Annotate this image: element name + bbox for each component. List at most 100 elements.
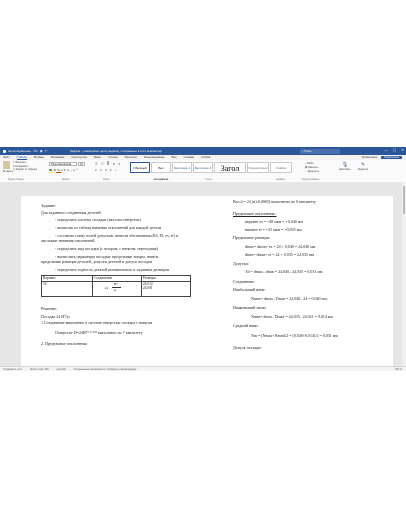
style-subtitle[interactable]: Подзаголовок xyxy=(247,162,269,173)
style-heading-1[interactable]: Заголовок 1 xyxy=(172,162,192,173)
editor-button[interactable]: ✎ Редактор xyxy=(356,162,370,171)
style-title[interactable]: Загол xyxy=(214,162,246,173)
vertical-scrollbar[interactable] xyxy=(402,182,406,366)
step-2: 2. Предельные отклонения: xyxy=(41,341,88,346)
task-item: - определить годность деталей номинально… xyxy=(55,267,170,272)
align-right-icon[interactable]: ≡ xyxy=(105,168,108,172)
table-cell-connection: H7 24 js xyxy=(91,281,142,297)
replace-label: Заменить xyxy=(307,165,319,169)
limit-sizes-heading: Предельные размеры: xyxy=(233,235,271,240)
deviations-heading: Предельные отклонения : xyxy=(233,211,277,216)
close-button[interactable]: ✕ xyxy=(401,148,404,152)
task-item: - выписать из таблиц значения отклонений… xyxy=(55,225,162,230)
sort-icon[interactable]: ⇅ xyxy=(113,162,117,166)
scrollbar-thumb[interactable] xyxy=(402,186,406,214)
step-1: 1.Соединение выполнено в системе отверст… xyxy=(41,320,153,325)
word-window: Автосохранение ▣ ↶ Задача – размерные це… xyxy=(0,147,406,371)
save-icon[interactable]: ▣ xyxy=(40,149,43,153)
bullets-icon[interactable]: ☰ xyxy=(95,162,99,166)
font-color-icon[interactable] xyxy=(56,172,61,174)
tab-acrobat[interactable]: Acrobat xyxy=(201,156,210,159)
zoom-level[interactable]: 100 % xyxy=(395,368,402,371)
tab-design[interactable]: Конструктор xyxy=(71,156,86,159)
format-painter-button[interactable]: ✎ Формат по образцу xyxy=(13,168,37,171)
paste-icon[interactable] xyxy=(3,161,10,169)
language[interactable]: русский xyxy=(57,368,66,371)
word-count[interactable]: Число слов: 230 xyxy=(30,368,49,371)
tab-home[interactable]: Главная xyxy=(16,156,27,160)
maximize-button[interactable]: ▢ xyxy=(393,148,396,152)
autosave-toggle[interactable] xyxy=(32,149,38,153)
style-normal[interactable]: Обычный xyxy=(130,162,150,173)
ribbon: Вставить ✂ Вырезать ⧉ Копировать ✎ Форма… xyxy=(0,160,406,183)
connection-prefix: 24 xyxy=(104,286,109,290)
select-button[interactable]: ⬚ Выделить xyxy=(305,170,319,173)
max-interference-heading: Наибольший натяг: xyxy=(233,287,267,292)
superscript-icon[interactable]: x² xyxy=(73,168,79,172)
tab-layout[interactable]: Макет xyxy=(94,156,102,159)
title-bar: Автосохранение ▣ ↶ Задача – размерные це… xyxy=(0,147,406,155)
replace-button[interactable]: ⇄ Заменить xyxy=(305,166,318,169)
font-group-label: Шрифт xyxy=(62,179,70,181)
style-title-sample: Загол xyxy=(220,164,240,173)
multilevel-icon[interactable]: ≣ xyxy=(107,162,111,166)
search-box[interactable]: ⌕ Поиск xyxy=(300,148,340,154)
format-label: Формат по образцу xyxy=(15,168,38,171)
font-name-select[interactable]: Times New Roman xyxy=(49,162,77,166)
style-subtle-emphasis[interactable]: Слабое выдел. xyxy=(270,162,292,181)
document-canvas: Задание: Для заданного соединения детале… xyxy=(0,182,406,368)
minimize-button[interactable]: — xyxy=(385,148,388,152)
solution-label: Решение: xyxy=(41,306,57,311)
align-buttons[interactable]: ≡ ≡ ≡ ≡ ↕ xyxy=(95,168,118,172)
connection-bottom: js xyxy=(113,288,116,292)
align-center-icon[interactable]: ≡ xyxy=(100,168,103,172)
fit-label: Посадка 24 H7/js xyxy=(41,314,70,319)
tab-review[interactable]: Рецензирование xyxy=(144,156,165,159)
table-row: 16 H7 24 js 24,012 24,001 xyxy=(41,281,192,297)
undo-icon[interactable]: ↶ xyxy=(45,149,48,153)
tab-help[interactable]: Справка xyxy=(184,156,195,159)
tab-references[interactable]: Ссылки xyxy=(108,156,117,159)
task-item: предельные размеры деталей, допуски дета… xyxy=(41,259,153,264)
page-count[interactable]: Страница 1 из 2 xyxy=(3,368,22,371)
paragraph-group-label: Абзац xyxy=(103,179,110,181)
find-button[interactable]: ⌕ Найти xyxy=(305,162,314,165)
accessibility-status[interactable]: Специальные возможности: проверьте реком… xyxy=(74,368,137,371)
highlight-color-icon[interactable] xyxy=(49,172,54,174)
tab-draw[interactable]: Рисование xyxy=(51,156,65,159)
comments-button[interactable]: Примечания xyxy=(362,156,378,159)
share-button[interactable]: Поделиться xyxy=(381,155,402,159)
justify-icon[interactable]: ≡ xyxy=(110,168,113,172)
task-item: числовые значения отклонений xyxy=(41,238,95,243)
pilcrow-icon[interactable]: ¶ xyxy=(118,162,121,166)
tab-insert[interactable]: Вставка xyxy=(34,156,44,159)
nm-formula: Nm = (Nmax+Nmin)/2 = (0,040+0,014)/2 = 0… xyxy=(251,333,338,338)
tab-mailings[interactable]: Рассылки xyxy=(125,156,137,159)
connections-heading: Соединение: xyxy=(233,279,255,284)
autosave-label[interactable]: Автосохранение xyxy=(8,149,31,153)
upper-deviation: верхнее es = +40 мкм = +0,040 мм xyxy=(245,219,303,224)
fit-tolerance-heading: Допуск посадки: xyxy=(233,345,262,350)
font-size-select[interactable]: 12 xyxy=(78,162,85,166)
tab-view[interactable]: Вид xyxy=(172,156,177,159)
task-label: Задание: xyxy=(41,203,56,208)
tab-file[interactable]: Файл xyxy=(3,156,10,159)
table-cell-variant: 16 xyxy=(41,281,93,297)
dmax-formula: dmax= dном+ es = 24 + 0,040 = 24,040 мм xyxy=(245,244,316,249)
shaft-line: Вал d = 24 js(±0,0065) выполнено по 6 кв… xyxy=(233,199,317,204)
search-placeholder: Поиск xyxy=(304,149,312,153)
task-intro: Для заданного соединения деталей xyxy=(41,210,101,215)
status-bar: Страница 1 из 2 Число слов: 230 русский … xyxy=(0,366,406,371)
line-spacing-icon[interactable]: ↕ xyxy=(115,168,118,172)
word-app-icon xyxy=(3,149,6,153)
document-title: Задача – размерные цепи (задача) • Сохра… xyxy=(70,149,162,153)
numbering-icon[interactable]: ☷ xyxy=(101,162,105,166)
document-page[interactable]: Задание: Для заданного соединения детале… xyxy=(21,196,393,368)
font-format-buttons[interactable]: ЖКЧabx₂x² xyxy=(49,168,79,172)
dictate-button[interactable]: 🎙 Диктовать xyxy=(338,162,352,171)
style-no-spacing[interactable]: Без интервала xyxy=(151,162,171,181)
style-heading-2[interactable]: Заголовок 2 xyxy=(193,162,213,173)
paste-button[interactable]: Вставить xyxy=(3,170,13,173)
align-left-icon[interactable]: ≡ xyxy=(95,168,98,172)
list-buttons[interactable]: ☰ ☷ ≣ ⇅ ¶ xyxy=(95,162,121,166)
